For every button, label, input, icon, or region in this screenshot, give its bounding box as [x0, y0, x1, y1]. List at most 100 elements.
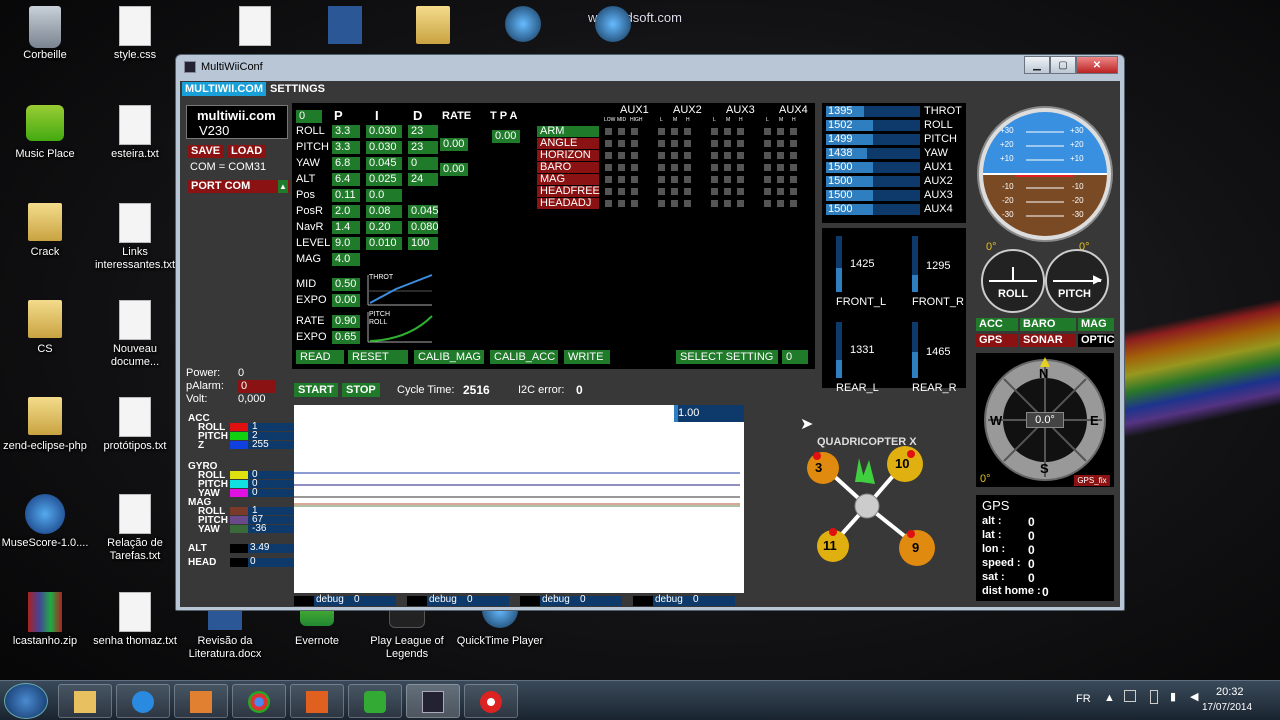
aux-mode-checkbox[interactable] [684, 140, 691, 147]
pid-alt-p[interactable]: 6.4 [332, 173, 360, 186]
aux-mode-checkbox[interactable] [605, 188, 612, 195]
select-setting-button[interactable]: SELECT SETTING [676, 350, 778, 364]
aux-mode-checkbox[interactable] [684, 128, 691, 135]
aux-mode-checkbox[interactable] [724, 140, 731, 147]
tpa-value[interactable]: 0.00 [492, 130, 520, 143]
aux-mode-checkbox[interactable] [764, 176, 771, 183]
pid-pos-p[interactable]: 0.11 [332, 189, 360, 202]
rate-value[interactable]: 0.90 [332, 315, 360, 328]
desktop-top-icon-4[interactable] [568, 6, 658, 49]
port-com-dropdown[interactable]: PORT COM ▲ [188, 180, 290, 193]
taskbar-recorder[interactable] [464, 684, 518, 718]
aux-mode-checkbox[interactable] [631, 128, 638, 135]
aux-mode-checkbox[interactable] [737, 164, 744, 171]
aux-mode-checkbox[interactable] [724, 200, 731, 207]
pid-yaw-i[interactable]: 0.045 [366, 157, 402, 170]
aux-mode-checkbox[interactable] [724, 176, 731, 183]
aux-mode-checkbox[interactable] [684, 152, 691, 159]
pid-pitch-i[interactable]: 0.030 [366, 141, 402, 154]
aux-mode-checkbox[interactable] [631, 176, 638, 183]
aux-mode-checkbox[interactable] [790, 188, 797, 195]
pid-navr-i[interactable]: 0.20 [366, 221, 402, 234]
action-center-icon[interactable] [1124, 690, 1136, 702]
read-button[interactable]: READ [296, 350, 344, 364]
aux-mode-checkbox[interactable] [724, 152, 731, 159]
aux-mode-checkbox[interactable] [711, 200, 718, 207]
aux-mode-checkbox[interactable] [764, 164, 771, 171]
taskbar-media[interactable] [174, 684, 228, 718]
aux-mode-checkbox[interactable] [790, 200, 797, 207]
aux-mode-checkbox[interactable] [671, 200, 678, 207]
aux-mode-checkbox[interactable] [618, 152, 625, 159]
pid-yaw-p[interactable]: 6.8 [332, 157, 360, 170]
pid-pitch-d[interactable]: 23 [408, 141, 438, 154]
pid-mag-p[interactable]: 4.0 [332, 253, 360, 266]
aux-mode-checkbox[interactable] [790, 152, 797, 159]
aux-mode-checkbox[interactable] [605, 152, 612, 159]
pid-level-p[interactable]: 9.0 [332, 237, 360, 250]
desktop-icon-13[interactable]: senha thomaz.txt [90, 592, 180, 648]
aux-mode-checkbox[interactable] [790, 128, 797, 135]
aux-mode-checkbox[interactable] [711, 128, 718, 135]
pid-yaw-d[interactable]: 0 [408, 157, 438, 170]
desktop-icon-10[interactable]: MuseScore-1.0.... [0, 494, 90, 550]
select-setting-value[interactable]: 0 [782, 350, 808, 364]
aux-mode-checkbox[interactable] [790, 140, 797, 147]
desktop-icon-7[interactable]: Nouveau docume... [90, 300, 180, 369]
aux-mode-checkbox[interactable] [671, 176, 678, 183]
pid-navr-d[interactable]: 0.080 [408, 221, 439, 234]
aux-mode-checkbox[interactable] [671, 188, 678, 195]
aux-mode-checkbox[interactable] [724, 188, 731, 195]
aux-mode-checkbox[interactable] [684, 176, 691, 183]
aux-mode-checkbox[interactable] [658, 164, 665, 171]
aux-mode-checkbox[interactable] [711, 140, 718, 147]
aux-mode-checkbox[interactable] [605, 200, 612, 207]
title-bar[interactable]: MultiWiiConf ▁ ▢ ✕ [176, 55, 1124, 81]
aux-mode-checkbox[interactable] [618, 128, 625, 135]
aux-mode-checkbox[interactable] [684, 164, 691, 171]
pid-pitch-p[interactable]: 3.3 [332, 141, 360, 154]
aux-mode-checkbox[interactable] [658, 176, 665, 183]
taskbar-ie[interactable] [116, 684, 170, 718]
aux-mode-checkbox[interactable] [711, 164, 718, 171]
aux-mode-checkbox[interactable] [711, 176, 718, 183]
tab-multiwii[interactable]: MULTIWII.COM [182, 82, 266, 96]
desktop-icon-6[interactable]: CS [0, 300, 90, 356]
pid-alt-d[interactable]: 24 [408, 173, 438, 186]
mid-value[interactable]: 0.50 [332, 278, 360, 291]
aux-mode-checkbox[interactable] [684, 200, 691, 207]
language-indicator[interactable]: FR [1076, 693, 1091, 705]
aux-mode-checkbox[interactable] [618, 200, 625, 207]
aux-mode-checkbox[interactable] [671, 128, 678, 135]
aux-mode-checkbox[interactable] [671, 164, 678, 171]
taskbar-explorer[interactable] [58, 684, 112, 718]
desktop-top-icon-3[interactable] [478, 6, 568, 49]
pid-level-d[interactable]: 100 [408, 237, 438, 250]
reset-button[interactable]: RESET [348, 350, 408, 364]
aux-mode-checkbox[interactable] [737, 176, 744, 183]
aux-mode-checkbox[interactable] [737, 152, 744, 159]
pid-posr-i[interactable]: 0.08 [366, 205, 402, 218]
clock-time[interactable]: 20:32 [1216, 686, 1244, 698]
aux-mode-checkbox[interactable] [790, 176, 797, 183]
network-icon[interactable]: ▮ [1170, 690, 1176, 703]
mode-mag[interactable]: MAG [537, 174, 599, 185]
desktop-icon-4[interactable]: Crack [0, 203, 90, 259]
desktop-icon-3[interactable]: esteira.txt [90, 105, 180, 161]
taskbar-office[interactable] [290, 684, 344, 718]
multiwiiconf-window[interactable]: MultiWiiConf ▁ ▢ ✕ MULTIWII.COM SETTINGS… [175, 54, 1125, 611]
desktop-icon-2[interactable]: Music Place [0, 105, 90, 161]
tray-expand-icon[interactable]: ▲ [1104, 692, 1115, 704]
desktop-icon-9[interactable]: protótipos.txt [90, 397, 180, 453]
aux-mode-checkbox[interactable] [737, 188, 744, 195]
aux-mode-checkbox[interactable] [790, 164, 797, 171]
tab-settings[interactable]: SETTINGS [267, 82, 328, 96]
close-button[interactable]: ✕ [1076, 56, 1118, 74]
pid-roll-p[interactable]: 3.3 [332, 125, 360, 138]
aux-mode-checkbox[interactable] [777, 188, 784, 195]
desktop-icon-8[interactable]: zend-eclipse-php [0, 397, 90, 453]
aux-mode-checkbox[interactable] [777, 152, 784, 159]
pid-pos-i[interactable]: 0.0 [366, 189, 402, 202]
pid-alt-i[interactable]: 0.025 [366, 173, 402, 186]
aux-mode-checkbox[interactable] [764, 152, 771, 159]
